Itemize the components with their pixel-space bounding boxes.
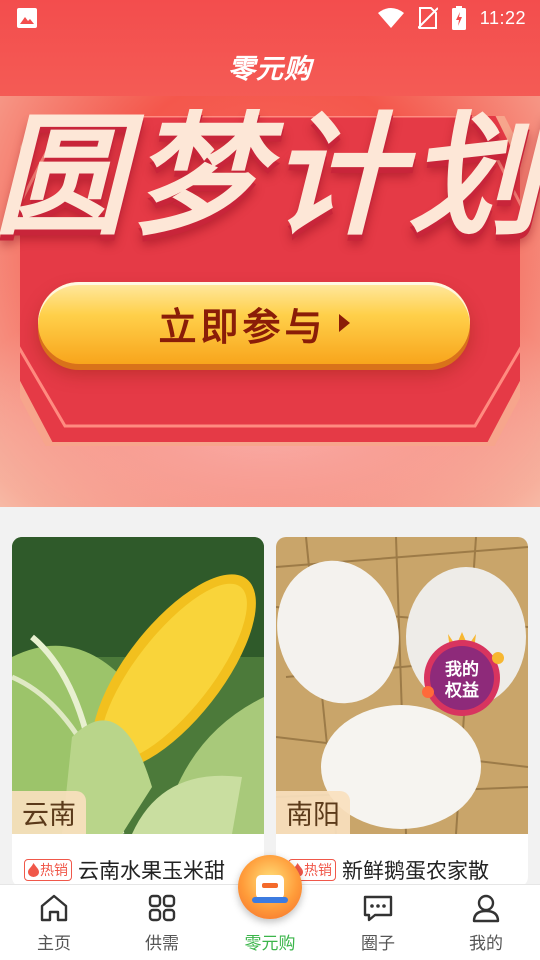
image-icon bbox=[17, 8, 37, 28]
join-now-button[interactable]: 立即参与 bbox=[38, 282, 470, 364]
zero-buy-icon bbox=[238, 855, 302, 919]
status-time: 11:22 bbox=[479, 7, 526, 28]
badge-line-1: 我的 bbox=[445, 659, 479, 680]
nav-item-home[interactable]: 主页 bbox=[0, 885, 108, 960]
banner-title: 圆梦计划 bbox=[0, 100, 540, 254]
nav-item-supply-demand[interactable]: 供需 bbox=[108, 885, 216, 960]
nav-item-mine[interactable]: 我的 bbox=[432, 885, 540, 960]
play-arrow-icon bbox=[338, 314, 350, 332]
product-image-corn: 云南 bbox=[12, 537, 264, 834]
product-title-row: 热销 云南水果玉米甜 bbox=[24, 855, 225, 885]
hot-badge: 热销 bbox=[24, 859, 72, 881]
home-icon bbox=[40, 894, 68, 922]
region-tag: 南阳 bbox=[276, 791, 350, 834]
status-bar: 11:22 bbox=[0, 0, 540, 36]
page-title: 零元购 bbox=[228, 53, 312, 85]
nav-item-zero-buy[interactable]: 零元购 bbox=[216, 855, 324, 960]
nav-label: 圈子 bbox=[361, 934, 395, 954]
product-name: 新鲜鹅蛋农家散 bbox=[342, 859, 489, 883]
region-tag: 云南 bbox=[12, 791, 86, 834]
chat-bubble-icon bbox=[363, 895, 393, 922]
flame-icon bbox=[28, 863, 39, 877]
no-sim-icon bbox=[417, 7, 438, 29]
hot-badge-label: 热销 bbox=[304, 863, 332, 879]
hot-badge-label: 热销 bbox=[40, 863, 68, 879]
user-icon bbox=[472, 894, 500, 923]
battery-charging-icon bbox=[451, 6, 466, 30]
promo-banner[interactable]: 圆梦计划 立即参与 bbox=[0, 96, 540, 507]
my-benefits-badge[interactable]: 我的 权益 bbox=[416, 628, 508, 720]
bottom-nav: 主页 供需 零元购 圈子 我的 bbox=[0, 855, 540, 960]
product-title-row: 热销 新鲜鹅蛋农家散 bbox=[288, 855, 489, 885]
grid-icon bbox=[148, 894, 176, 922]
nav-label: 主页 bbox=[37, 934, 71, 954]
nav-label: 零元购 bbox=[244, 934, 296, 954]
join-now-label: 立即参与 bbox=[158, 304, 327, 349]
badge-line-2: 权益 bbox=[444, 680, 479, 701]
header: 零元购 bbox=[0, 36, 540, 96]
top-bar: 11:22 零元购 bbox=[0, 0, 540, 96]
nav-label: 我的 bbox=[469, 934, 503, 954]
product-card[interactable]: 云南 热销 云南水果玉米甜 bbox=[12, 537, 264, 887]
wifi-icon bbox=[377, 8, 404, 28]
nav-item-circle[interactable]: 圈子 bbox=[324, 885, 432, 960]
product-name: 云南水果玉米甜 bbox=[78, 859, 225, 883]
nav-label: 供需 bbox=[145, 934, 179, 954]
